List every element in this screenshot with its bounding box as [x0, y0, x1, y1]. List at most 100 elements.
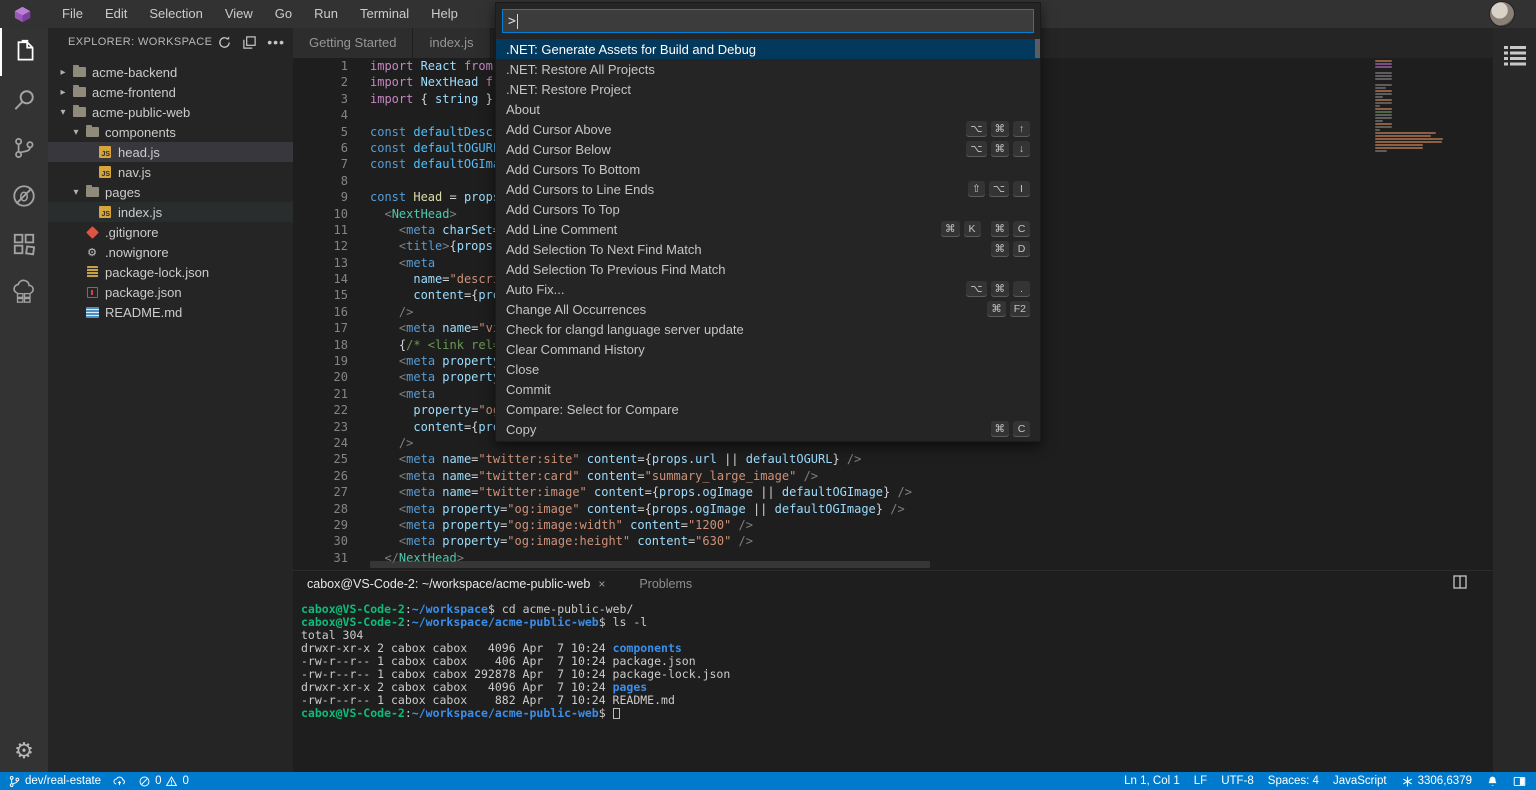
- command-item-compare-select-for-compare[interactable]: Compare: Select for Compare: [496, 399, 1040, 419]
- line-number: 16: [333, 304, 348, 319]
- terminal[interactable]: cabox@VS-Code-2:~/workspace$ cd acme-pub…: [293, 597, 1493, 720]
- tree-item-gitignore[interactable]: .gitignore: [48, 222, 293, 242]
- command-item-clear-command-history[interactable]: Clear Command History: [496, 339, 1040, 359]
- command-item-net-restore-project[interactable]: .NET: Restore Project: [496, 79, 1040, 99]
- key-chip: ⌘: [990, 141, 1009, 157]
- command-label: Commit: [506, 381, 551, 397]
- chevron-icon: ▾: [60, 106, 66, 118]
- app-logo-icon: [14, 6, 31, 22]
- tree-item-label: acme-backend: [92, 64, 178, 80]
- command-item-change-all-occurrences[interactable]: Change All Occurrences ⌘ F2: [496, 299, 1040, 319]
- settings-gear-icon[interactable]: ⚙: [14, 738, 34, 764]
- split-panel-icon[interactable]: [1453, 575, 1467, 589]
- tree-item-nowignore[interactable]: ⚙ .nowignore: [48, 242, 293, 262]
- ports-indicator[interactable]: 3306,6379: [1401, 775, 1472, 788]
- line-number: 22: [333, 403, 348, 418]
- outline-list-icon[interactable]: [1502, 44, 1528, 68]
- line-number: 27: [333, 485, 348, 500]
- command-item-add-line-comment[interactable]: Add Line Comment ⌘ K ⌘ C: [496, 219, 1040, 239]
- menu-item-terminal[interactable]: Terminal: [349, 0, 420, 28]
- bottom-panel: cabox@VS-Code-2: ~/workspace/acme-public…: [293, 570, 1493, 772]
- tree-item-readme-md[interactable]: README.md: [48, 302, 293, 322]
- user-avatar[interactable]: [1489, 1, 1515, 27]
- menu-item-selection[interactable]: Selection: [138, 0, 213, 28]
- command-label: Add Cursors to Line Ends: [506, 181, 655, 197]
- command-item-check-for-clangd-language-server-update[interactable]: Check for clangd language server update: [496, 319, 1040, 339]
- tree-item-nav-js[interactable]: JS nav.js: [48, 162, 293, 182]
- minimap[interactable]: [1375, 60, 1447, 153]
- terminal-tab[interactable]: cabox@VS-Code-2: ~/workspace/acme-public…: [301, 577, 611, 591]
- command-item-auto-fix[interactable]: Auto Fix... ⌥ ⌘.: [496, 279, 1040, 299]
- tab-index-js[interactable]: index.js: [413, 28, 491, 58]
- problems-tab[interactable]: Problems: [639, 577, 692, 591]
- extensions-icon[interactable]: [0, 220, 48, 268]
- cursor-position[interactable]: Ln 1, Col 1: [1124, 775, 1180, 787]
- tree-item-acme-backend[interactable]: ▸ acme-backend: [48, 62, 293, 82]
- tree-item-label: components: [105, 124, 176, 140]
- menu-item-view[interactable]: View: [214, 0, 264, 28]
- command-item-add-selection-to-next-find-match[interactable]: Add Selection To Next Find Match ⌘ D: [496, 239, 1040, 259]
- line-number: 8: [340, 173, 348, 188]
- command-input[interactable]: >: [502, 9, 1034, 33]
- sync-indicator[interactable]: [113, 775, 126, 788]
- language-indicator[interactable]: JavaScript: [1333, 775, 1387, 787]
- command-item-add-cursor-below[interactable]: Add Cursor Below ⌥ ⌘ ↓: [496, 139, 1040, 159]
- command-item-close[interactable]: Close: [496, 359, 1040, 379]
- key-chip: ⌥: [966, 121, 987, 137]
- tree-item-head-js[interactable]: JS head.js: [48, 142, 293, 162]
- command-label: Copy: [506, 421, 537, 437]
- encoding-indicator[interactable]: UTF-8: [1221, 775, 1254, 787]
- errors-icon: [139, 776, 150, 786]
- tab-getting-started[interactable]: Getting Started: [293, 28, 414, 58]
- refresh-icon[interactable]: [217, 35, 232, 50]
- command-item-add-cursors-to-bottom[interactable]: Add Cursors To Bottom: [496, 159, 1040, 179]
- terminal-tab-close-icon[interactable]: ×: [598, 577, 605, 591]
- more-actions-icon[interactable]: •••: [267, 35, 285, 49]
- command-item-net-generate-assets-for-build-and-debug[interactable]: .NET: Generate Assets for Build and Debu…: [496, 39, 1040, 59]
- indentation-indicator[interactable]: Spaces: 4: [1268, 775, 1319, 787]
- tree-item-package-lock-json[interactable]: package-lock.json: [48, 262, 293, 282]
- problems-indicator[interactable]: 0 0: [138, 775, 189, 788]
- command-item-add-cursor-above[interactable]: Add Cursor Above ⌥ ⌘ ↑: [496, 119, 1040, 139]
- line-number: 30: [333, 534, 348, 549]
- menu-item-edit[interactable]: Edit: [94, 0, 138, 28]
- tree-item-label: README.md: [105, 304, 183, 320]
- command-item-add-cursors-to-top[interactable]: Add Cursors To Top: [496, 199, 1040, 219]
- collapse-folders-icon[interactable]: [242, 35, 257, 50]
- remote-icon[interactable]: [0, 268, 48, 316]
- command-item-add-selection-to-previous-find-match[interactable]: Add Selection To Previous Find Match: [496, 259, 1040, 279]
- palette-scrollbar[interactable]: [1035, 39, 1040, 58]
- tree-item-components[interactable]: ▾ components: [48, 122, 293, 142]
- branch-indicator[interactable]: dev/real-estate: [8, 775, 101, 788]
- line-number: 15: [333, 288, 348, 303]
- tree-item-acme-frontend[interactable]: ▸ acme-frontend: [48, 82, 293, 102]
- tree-item-package-json[interactable]: package.json: [48, 282, 293, 302]
- eol-indicator[interactable]: LF: [1194, 775, 1207, 787]
- explorer-icon[interactable]: [0, 28, 48, 76]
- command-item-copy[interactable]: Copy ⌘ C: [496, 419, 1040, 439]
- command-label: .NET: Generate Assets for Build and Debu…: [506, 41, 757, 57]
- debug-icon[interactable]: [0, 172, 48, 220]
- search-icon[interactable]: [0, 76, 48, 124]
- code-line-27: 27 <meta name="twitter:image" content={p…: [293, 484, 1493, 500]
- menu-item-help[interactable]: Help: [420, 0, 469, 28]
- menu-item-go[interactable]: Go: [264, 0, 303, 28]
- key-chip: K: [963, 221, 981, 237]
- key-chip: D: [1013, 241, 1030, 257]
- command-item-net-restore-all-projects[interactable]: .NET: Restore All Projects: [496, 59, 1040, 79]
- menu-item-file[interactable]: File: [51, 0, 94, 28]
- command-item-about[interactable]: About: [496, 99, 1040, 119]
- tree-item-acme-public-web[interactable]: ▾ acme-public-web: [48, 102, 293, 122]
- keybinding: ⇧ ⌥ I: [967, 181, 1030, 197]
- panel-layout-toggle[interactable]: [1513, 775, 1526, 788]
- tree-item-index-js[interactable]: JS index.js: [48, 202, 293, 222]
- source-control-icon[interactable]: [0, 124, 48, 172]
- line-number: 18: [333, 337, 348, 352]
- menu-item-run[interactable]: Run: [303, 0, 349, 28]
- folder-file-icon: [83, 125, 101, 137]
- command-item-commit[interactable]: Commit: [496, 379, 1040, 399]
- horizontal-scrollbar[interactable]: [370, 561, 930, 568]
- tree-item-pages[interactable]: ▾ pages: [48, 182, 293, 202]
- notifications-bell[interactable]: [1486, 775, 1499, 788]
- command-item-add-cursors-to-line-ends[interactable]: Add Cursors to Line Ends ⇧ ⌥ I: [496, 179, 1040, 199]
